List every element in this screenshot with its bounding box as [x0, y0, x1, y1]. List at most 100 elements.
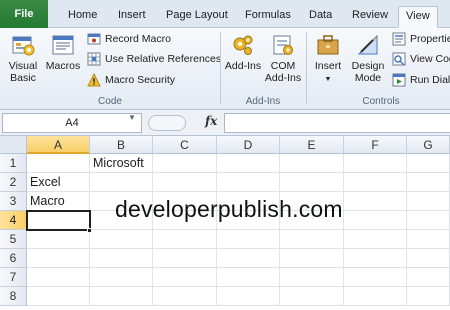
column-header-a[interactable]: A: [27, 136, 90, 154]
column-header-e[interactable]: E: [280, 136, 344, 154]
grid-cell[interactable]: [280, 287, 344, 306]
tab-review[interactable]: Review: [352, 6, 388, 28]
insert-function-icon[interactable]: fx: [205, 114, 217, 128]
visual-basic-button[interactable]: Visual Basic: [4, 32, 42, 84]
grid-cell[interactable]: [344, 268, 407, 287]
grid-cell[interactable]: [280, 154, 344, 173]
row-header-6[interactable]: 6: [0, 249, 27, 268]
select-all-corner[interactable]: [0, 136, 27, 154]
grid-cell[interactable]: [90, 249, 153, 268]
grid-cell[interactable]: [27, 154, 90, 173]
grid-cell[interactable]: [280, 230, 344, 249]
name-box-dropdown-icon[interactable]: ▼: [128, 113, 136, 122]
cell-b1[interactable]: Microsoft: [90, 154, 153, 173]
grid-cell[interactable]: [90, 230, 153, 249]
run-dialog-button[interactable]: Run Dialog: [392, 72, 450, 88]
grid-cell[interactable]: [407, 287, 450, 306]
tab-data[interactable]: Data: [309, 6, 332, 28]
macros-icon: [52, 35, 74, 55]
grid-cell[interactable]: [217, 230, 280, 249]
row-header-5[interactable]: 5: [0, 230, 27, 249]
grid-cell[interactable]: [217, 154, 280, 173]
grid-cell[interactable]: [407, 154, 450, 173]
grid-cell[interactable]: [153, 268, 217, 287]
grid-cell[interactable]: [344, 192, 407, 211]
cell-a4-selected[interactable]: [26, 210, 91, 231]
grid-cell[interactable]: [27, 268, 90, 287]
row-header-7[interactable]: 7: [0, 268, 27, 287]
macros-button[interactable]: Macros: [44, 32, 82, 72]
grid-cell[interactable]: [407, 230, 450, 249]
grid-cell[interactable]: [344, 211, 407, 230]
visual-basic-icon: [12, 36, 35, 56]
column-header-g[interactable]: G: [407, 136, 450, 154]
grid-cell[interactable]: [153, 173, 217, 192]
com-add-ins-button[interactable]: COM Add-Ins: [264, 32, 302, 84]
row-header-2[interactable]: 2: [0, 173, 27, 192]
watermark-text: developerpublish.com: [115, 196, 343, 222]
grid-cell[interactable]: [90, 173, 153, 192]
column-header-c[interactable]: C: [153, 136, 217, 154]
row-header-3[interactable]: 3: [0, 192, 27, 211]
formula-input[interactable]: [224, 113, 450, 133]
grid-cell[interactable]: [344, 230, 407, 249]
row-header-4[interactable]: 4: [0, 211, 27, 230]
grid-cell[interactable]: [153, 154, 217, 173]
cell-a3[interactable]: Macro: [27, 192, 90, 211]
com-add-ins-icon: [273, 35, 293, 55]
grid-cell[interactable]: [407, 211, 450, 230]
tab-formulas[interactable]: Formulas: [245, 6, 291, 28]
toolbox-icon: [317, 35, 339, 55]
column-header-b[interactable]: B: [90, 136, 153, 154]
grid-cell[interactable]: [344, 249, 407, 268]
properties-button[interactable]: Properties: [392, 31, 450, 47]
grid-cell[interactable]: [153, 249, 217, 268]
grid-cell[interactable]: [27, 230, 90, 249]
cell-a2[interactable]: Excel: [27, 173, 90, 192]
grid-cell[interactable]: [27, 249, 90, 268]
grid-cell[interactable]: [407, 173, 450, 192]
add-ins-button[interactable]: Add-Ins: [223, 32, 263, 72]
grid-cell[interactable]: [153, 287, 217, 306]
grid-cell[interactable]: [153, 230, 217, 249]
grid-cell[interactable]: [407, 192, 450, 211]
ribbon: Visual Basic Macros Record Macro Use Rel: [0, 28, 450, 110]
grid-cell[interactable]: [407, 249, 450, 268]
grid-cell[interactable]: [27, 287, 90, 306]
grid-cell[interactable]: [217, 268, 280, 287]
use-relative-references-button[interactable]: Use Relative References: [87, 51, 221, 67]
column-header-d[interactable]: D: [217, 136, 280, 154]
ribbon-separator: [220, 32, 221, 104]
warning-icon: [87, 73, 101, 87]
tab-home[interactable]: Home: [68, 6, 97, 28]
insert-controls-label: Insert: [314, 60, 342, 72]
tab-page-layout[interactable]: Page Layout: [166, 6, 228, 28]
grid-cell[interactable]: [280, 268, 344, 287]
grid-cell[interactable]: [217, 249, 280, 268]
run-dialog-label: Run Dialog: [410, 74, 450, 86]
grid-cell[interactable]: [344, 287, 407, 306]
insert-controls-button[interactable]: Insert ▼: [310, 32, 346, 86]
grid-cell[interactable]: [90, 287, 153, 306]
macro-security-button[interactable]: Macro Security: [87, 72, 175, 88]
grid-cell[interactable]: [217, 287, 280, 306]
grid-cell[interactable]: [407, 268, 450, 287]
row-header-8[interactable]: 8: [0, 287, 27, 306]
grid-cell[interactable]: [217, 173, 280, 192]
record-macro-button[interactable]: Record Macro: [87, 31, 171, 47]
name-box[interactable]: A4: [2, 113, 142, 133]
view-code-button[interactable]: View Code: [392, 51, 450, 67]
tab-insert[interactable]: Insert: [118, 6, 146, 28]
fill-handle[interactable]: [87, 228, 92, 233]
grid-cell[interactable]: [90, 268, 153, 287]
row-header-1[interactable]: 1: [0, 154, 27, 173]
tab-view[interactable]: View: [398, 6, 438, 28]
design-mode-button[interactable]: Design Mode: [349, 32, 387, 84]
tab-file[interactable]: File: [0, 0, 48, 28]
formula-bar-splitter[interactable]: [148, 115, 186, 131]
column-header-f[interactable]: F: [344, 136, 407, 154]
grid-cell[interactable]: [344, 154, 407, 173]
grid-cell[interactable]: [280, 173, 344, 192]
grid-cell[interactable]: [344, 173, 407, 192]
grid-cell[interactable]: [280, 249, 344, 268]
